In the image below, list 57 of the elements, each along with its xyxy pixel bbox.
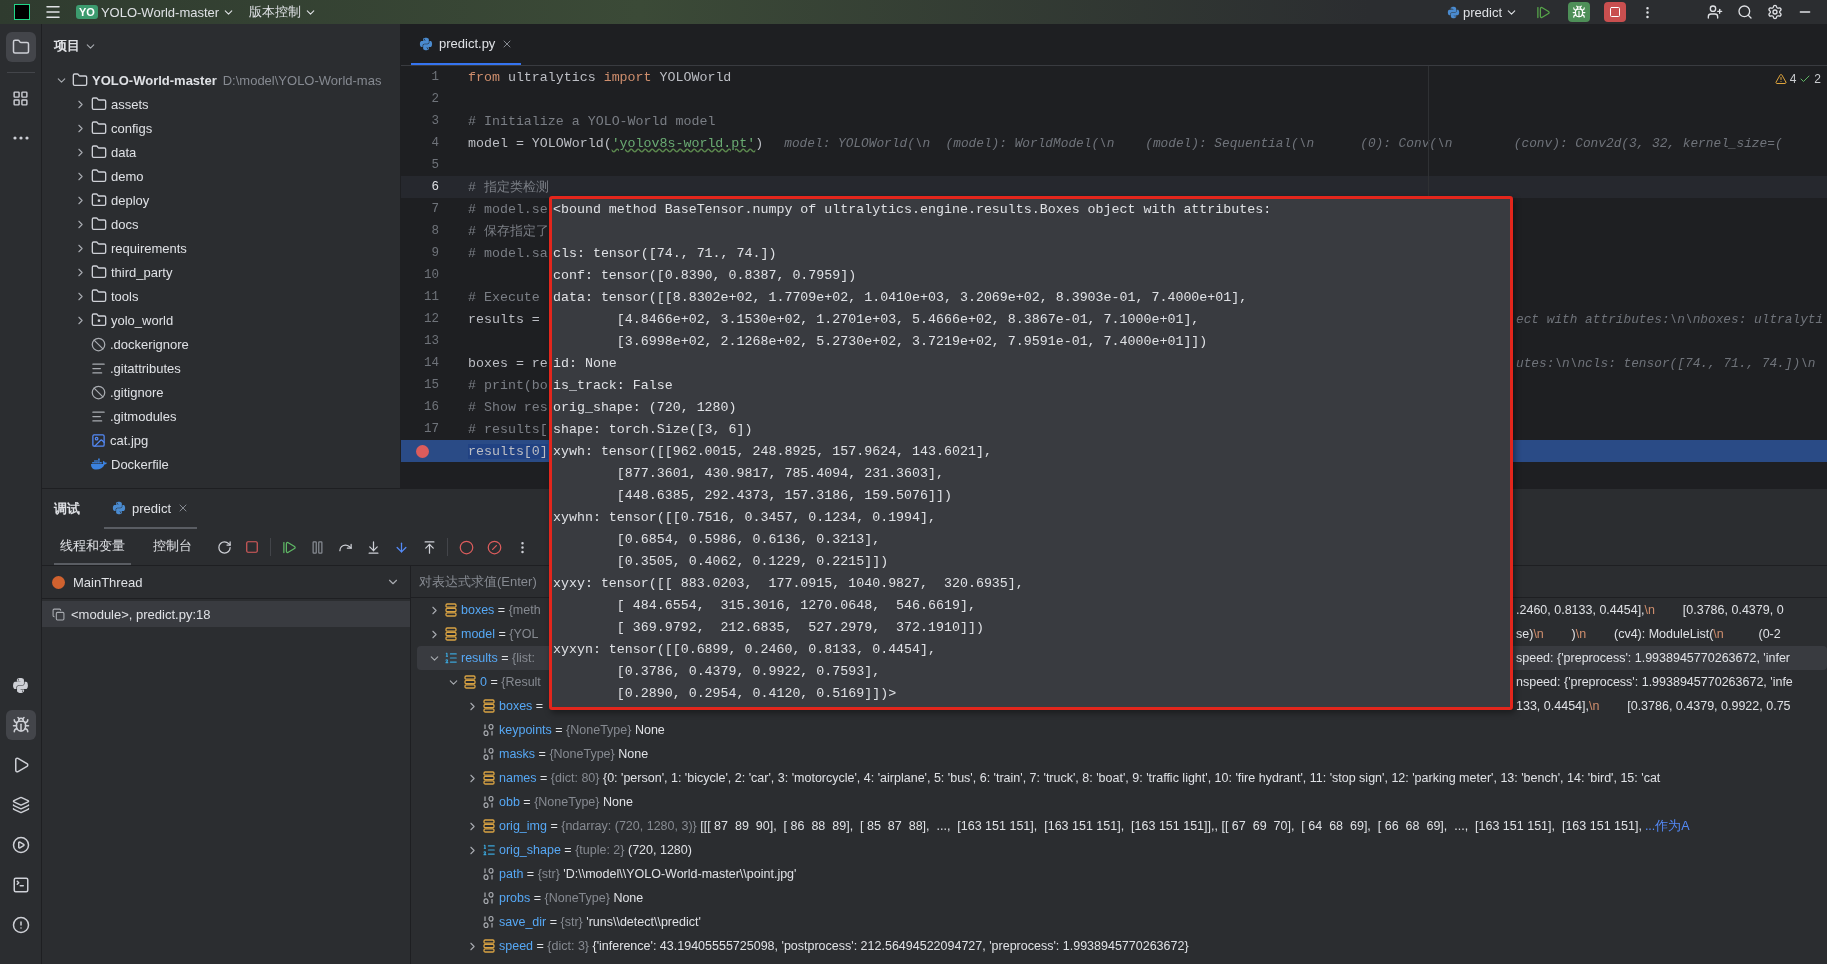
code-line: boxes = re <box>468 355 549 371</box>
line-number: 4 <box>430 136 439 150</box>
line-number: 1 <box>430 70 439 84</box>
code-line: model = YOLOWorld('yolov8s-world.pt') <box>468 135 764 151</box>
line-number: 6 <box>430 180 439 194</box>
code-line: # Initialize a YOLO-World model <box>468 113 716 129</box>
variable-entry: orig_shape = {tuple: 2} (720, 1280) <box>499 843 692 857</box>
code-line: results = <box>468 311 541 327</box>
line-number: 16 <box>423 400 439 414</box>
line-number: 11 <box>423 290 439 304</box>
code-line: # 指定类检测 <box>468 179 549 196</box>
variable-entry: path = {str} 'D:\\model\\YOLO-World-master\\point.jpg' <box>499 867 797 881</box>
line-number: 12 <box>423 312 439 326</box>
code-line: # model.sa <box>468 245 548 261</box>
line-number: 8 <box>430 224 439 238</box>
inline-hint: ect with attributes:\n\nboxes: ultralyti <box>1516 311 1824 327</box>
code-line: # Execute <box>468 289 540 305</box>
popup-text: <bound method BaseTensor.numpy of ultralytics.engine.results.Boxes object with attributes: cls: tensor([74., 71., 74.]) conf: tensor([0.8390, 0.8387, 0.7959]) data: tensor([[8.8302e+02, 1.7709e+02, 1.0410e+03, 3.2069e+02, 8.3903e-01, 7.4000e+01], [4.8466e+02, 3.1530e+02, 1.2701e+03, 5.4666e+02, 8.3867e-01, 7.1000e+01], [3.6998e+02, 2.1268e+02, 5.2730e+02, 3.7219e+02, 7.9591e-01, 7.4000e+01]]) id: None is_track: False orig_shape: (720, 1280) shape: torch.Size([3, 6]) xywh: tensor([[962.0015, 248.8925, 157.9624, 143.6021], [877.3601, 430.9817, 785.4094, 231.3603], [448.6385, 292.4373, 157.3186, 159.5076]]) xywhn: tensor([[0.7516, 0.3457, 0.1234, 0.1994], [0.6854, 0.5986, 0.6136, 0.3213], [0.3505, 0.4062, 0.1229, 0.2215]]) xyxy: tensor([[ 883.0203, 177.0915, 1040.9827, 320.6935], [ 484.6554, 315.3016, 1270.0648, 546.6619], [ 369.9792, 212.6835, 527.2979, 372.1910]]) xyxyn: tensor([[0.6899, 0.2460, 0.8133, 0.4454], [0.3786, 0.4379, 0.9922, 0.7593], [0.2890, 0.2954, 0.4120, 0.5169]])> <box>552 201 1273 703</box>
line-number: 14 <box>423 356 439 370</box>
warning-count: 4 <box>1789 72 1797 86</box>
variable-entry: model = {YOL <box>461 627 539 641</box>
variable-entry: boxes = {meth <box>461 603 541 617</box>
code-line: # 保存指定了 <box>468 223 549 240</box>
inline-hint: utes:\n\ncls: tensor([74., 71., 74.])\n <box>1516 355 1816 371</box>
code-line: from ultralytics import YOLOWorld <box>468 69 732 85</box>
variable-entry: obb = {NoneType} None <box>499 795 633 809</box>
line-number: 10 <box>423 268 439 282</box>
variable-entry: save_dir = {str} 'runs\\detect\\predict' <box>499 915 701 929</box>
code-line: # model.se <box>468 201 548 217</box>
line-number: 15 <box>423 378 439 392</box>
code-line: # results[ <box>468 421 548 437</box>
variable-entry: 0 = {Result <box>480 675 541 689</box>
panel-title: 调试 <box>54 500 80 518</box>
variable-value: .2460, 0.8133, 0.4454],\n [0.3786, 0.4379, 0 <box>1516 603 1784 617</box>
variable-entry: results = {list: <box>461 651 536 665</box>
line-number: 2 <box>430 92 439 106</box>
variable-entry: names = {dict: 80} {0: 'person', 1: 'bicycle', 2: 'car', 3: 'motorcycle', 4: 'airplane', 5: 'bus', 6: 'train', 7: 'truck', 8: 'boat', 9: 'traffic light', 10: 'fire hydrant', 11: 'stop sign', 12: 'parking meter', 13: 'bench', 14: 'bird', 15: 'cat <box>499 771 1661 785</box>
line-number: 3 <box>430 114 439 128</box>
code-line: # print(bo <box>468 377 548 393</box>
variable-value: nspeed: {'preprocess': 1.9938945770263672, 'infe <box>1516 675 1793 689</box>
variable-value: speed: {'preprocess': 1.9938945770263672, 'infer <box>1516 651 1791 665</box>
line-number: 5 <box>430 158 439 172</box>
variable-entry: speed = {dict: 3} {'inference': 43.19405555725098, 'postprocess': 212.56494522094727, 'preprocess': 1.9938945770263672} <box>499 939 1189 953</box>
variable-value: 133, 0.4454],\n [0.3786, 0.4379, 0.9922, 0.75 <box>1516 699 1791 713</box>
line-number: 13 <box>423 334 439 348</box>
line-number: 17 <box>423 422 439 436</box>
variable-entry: boxes = <box>499 699 544 713</box>
variable-value: se)\n )\n (cv4): ModuleList(\n (0-2 <box>1516 627 1781 641</box>
code-line: # Show res <box>468 399 548 415</box>
variable-entry: keypoints = {NoneType} None <box>499 723 665 737</box>
variable-entry: orig_img = {ndarray: (720, 1280, 3)} [[[ 87 89 90], [ 86 88 89], [ 85 87 88], ..., [163 151 151], [163 151 151], [163 151 151]],, [[ 67 69 70], [ 64 68 69], [ 66 68 69], ..., [163 151 151], [163 151 151], <box>499 819 1642 833</box>
check-count: 2 <box>1814 72 1821 86</box>
line-number: 7 <box>430 202 439 216</box>
variable-entry: masks = {NoneType} None <box>499 747 649 761</box>
line-number: 9 <box>430 246 439 260</box>
variable-entry: probs = {NoneType} None <box>499 891 644 905</box>
inline-hint: model: YOLOWorld(\n (model): WorldModel(\n (model): Sequential(\n (0): Conv(\n (conv): Conv2d(3, 32, kernel_size=( <box>784 135 1783 151</box>
